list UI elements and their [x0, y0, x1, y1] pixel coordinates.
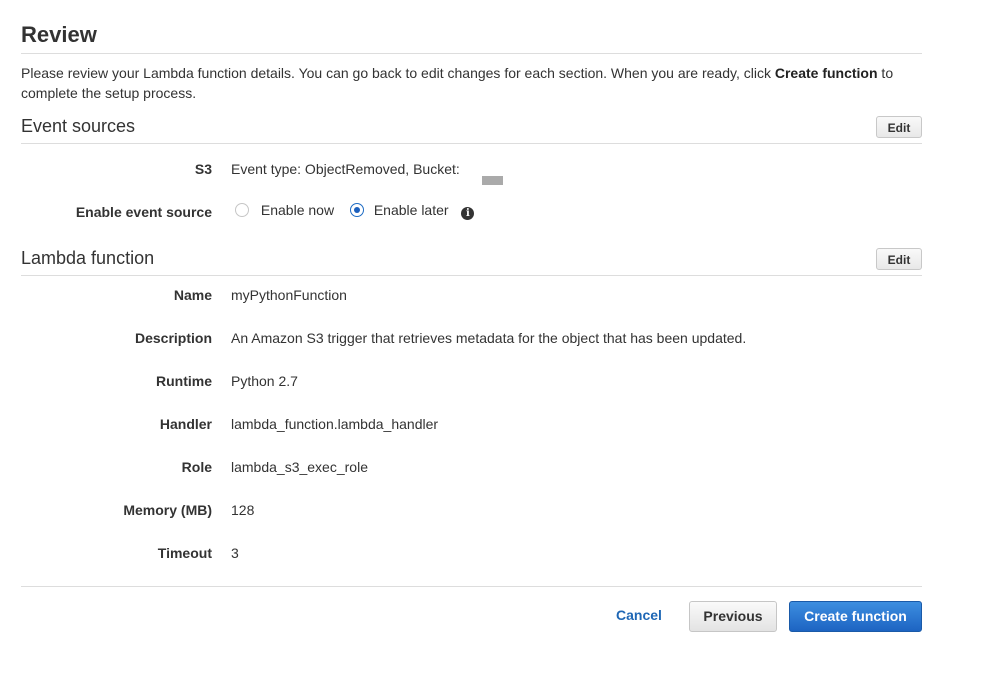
page-title: Review	[21, 0, 922, 54]
field-label: Name	[173, 287, 212, 303]
s3-value: Event type: ObjectRemoved, Bucket:	[231, 161, 460, 177]
field-row-handler: Handler lambda_function.lambda_handler	[21, 414, 922, 434]
enable-later-label[interactable]: Enable later	[374, 202, 449, 218]
field-value: lambda_s3_exec_role	[231, 459, 368, 475]
review-page: Review Please review your Lambda functio…	[0, 0, 995, 678]
s3-label: S3	[194, 161, 212, 177]
bucket-name-redacted	[482, 176, 503, 185]
lambda-function-edit-button[interactable]: Edit	[876, 248, 922, 270]
info-circle-icon[interactable]: i	[461, 207, 475, 220]
lambda-function-title: Lambda function	[21, 248, 155, 268]
field-row-name: Name myPythonFunction	[21, 285, 922, 305]
field-label: Role	[181, 459, 212, 475]
enable-now-radio[interactable]	[235, 203, 249, 217]
field-row-role: Role lambda_s3_exec_role	[21, 457, 922, 477]
previous-button[interactable]: Previous	[689, 601, 777, 632]
s3-row: S3 Event type: ObjectRemoved, Bucket:	[21, 159, 922, 179]
field-value: An Amazon S3 trigger that retrieves meta…	[231, 330, 747, 346]
field-label: Timeout	[157, 545, 212, 561]
field-label: Handler	[159, 416, 212, 432]
enable-later-radio[interactable]	[349, 203, 364, 217]
field-row-description: Description An Amazon S3 trigger that re…	[21, 328, 922, 348]
enable-now-label[interactable]: Enable now	[261, 202, 334, 218]
enable-event-source-label: Enable event source	[75, 204, 212, 220]
enable-options: Enable now Enable later i	[235, 200, 475, 220]
intro-bold: Create function	[774, 65, 878, 81]
event-sources-title: Event sources	[21, 116, 136, 136]
field-label: Memory (MB)	[123, 502, 212, 518]
cancel-link[interactable]: Cancel	[616, 607, 662, 623]
event-sources-header: Event sources Edit	[21, 111, 922, 144]
event-sources-edit-button[interactable]: Edit	[876, 116, 922, 138]
field-value: 3	[231, 545, 239, 561]
field-value: Python 2.7	[231, 373, 298, 389]
intro-text: Please review your Lambda function detai…	[21, 63, 922, 103]
review-content: Review Please review your Lambda functio…	[21, 0, 922, 144]
enable-event-source-row: Enable event source Enable now Enable la…	[21, 201, 922, 221]
field-label: Description	[134, 330, 212, 346]
field-value: myPythonFunction	[231, 287, 347, 303]
footer-divider	[21, 586, 922, 587]
field-row-runtime: Runtime Python 2.7	[21, 371, 922, 391]
lambda-function-header: Lambda function Edit	[21, 243, 922, 276]
field-value: lambda_function.lambda_handler	[231, 416, 439, 432]
field-row-memory: Memory (MB) 128	[21, 500, 922, 520]
intro-prefix: Please review your Lambda function detai…	[21, 65, 775, 81]
field-value: 128	[231, 502, 255, 518]
create-function-button[interactable]: Create function	[789, 601, 922, 632]
field-label: Runtime	[156, 373, 212, 389]
field-row-timeout: Timeout 3	[21, 543, 922, 563]
